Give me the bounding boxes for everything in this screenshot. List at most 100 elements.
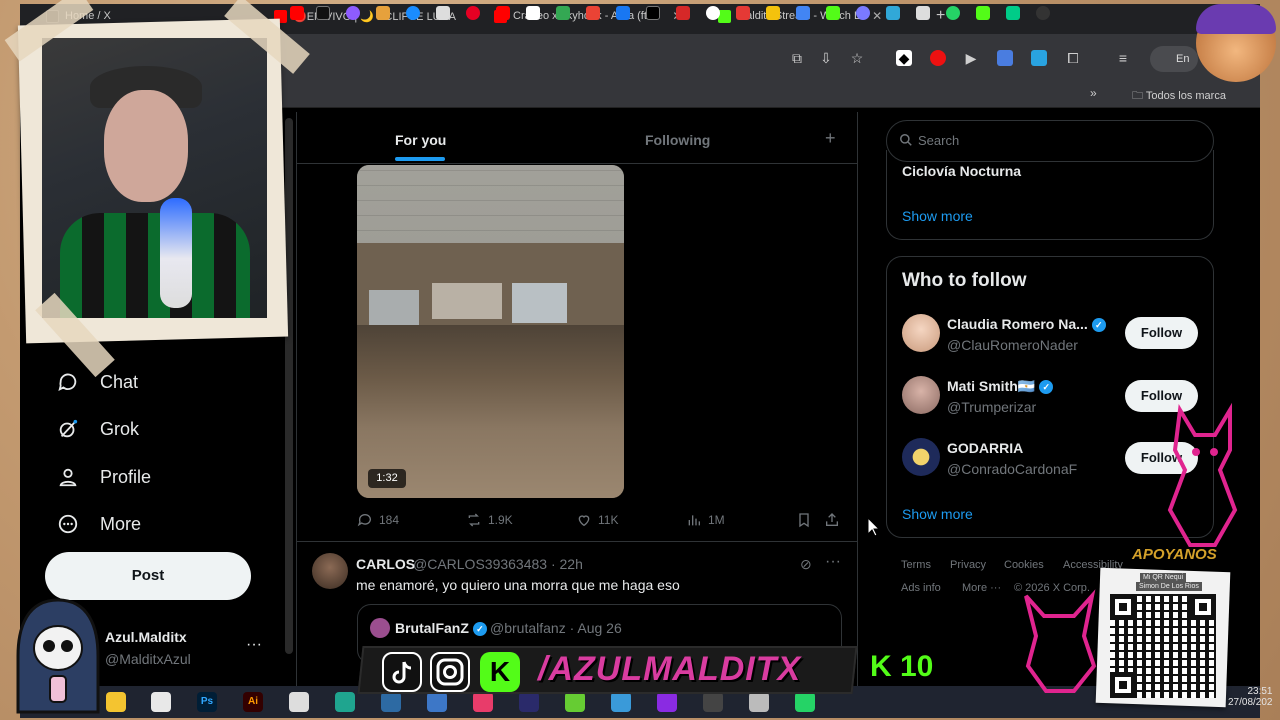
- pinterest-icon[interactable]: [466, 6, 480, 20]
- tab-for-you[interactable]: For you: [395, 132, 446, 148]
- tiktok-icon[interactable]: [316, 6, 330, 20]
- bookmark-icon[interactable]: [1006, 6, 1020, 20]
- extension-icon[interactable]: [997, 50, 1013, 66]
- profile-button[interactable]: En p: [1150, 46, 1198, 91]
- extension-icon[interactable]: [930, 50, 946, 66]
- kick-icon[interactable]: [976, 6, 990, 20]
- nav-profile[interactable]: Profile: [56, 465, 151, 489]
- avatar[interactable]: [312, 553, 348, 589]
- suggestion-name[interactable]: Claudia Romero Na... ✓: [947, 316, 1106, 333]
- bookmark-icon[interactable]: [406, 6, 420, 20]
- app-icon[interactable]: [703, 692, 723, 712]
- suggestion-name[interactable]: Mati Smith🇦🇷 ✓: [947, 378, 1054, 395]
- app-icon[interactable]: [611, 692, 631, 712]
- video-frame-window: [512, 283, 567, 323]
- close-tab-icon[interactable]: ✕: [872, 9, 882, 23]
- footer-ads-info[interactable]: Ads info: [901, 582, 941, 594]
- translate-icon[interactable]: ⧉: [789, 50, 805, 66]
- avatar[interactable]: [902, 376, 940, 414]
- app-icon[interactable]: [657, 692, 677, 712]
- bookmark-icon[interactable]: [616, 6, 630, 20]
- trend-item[interactable]: Ciclovía Nocturna: [902, 163, 1021, 179]
- trends-show-more-link[interactable]: Show more: [902, 208, 973, 224]
- puzzle-icon[interactable]: ⧠: [1065, 50, 1081, 66]
- person-icon: [56, 465, 80, 489]
- avatar[interactable]: [902, 314, 940, 352]
- app-icon[interactable]: [289, 692, 309, 712]
- more-dots-icon[interactable]: ···: [825, 553, 841, 571]
- whatsapp-icon[interactable]: [795, 692, 815, 712]
- bookmark-icon[interactable]: [886, 6, 900, 20]
- app-icon[interactable]: [427, 692, 447, 712]
- feed-tabs: For you Following +: [297, 112, 857, 164]
- extension-icon[interactable]: [1031, 50, 1047, 66]
- tab-following[interactable]: Following: [645, 132, 710, 148]
- nav-grok[interactable]: Grok: [56, 417, 139, 441]
- bookmark-button[interactable]: [796, 512, 812, 528]
- extension-icon[interactable]: ▶: [963, 50, 979, 66]
- add-tab-button[interactable]: +: [825, 128, 836, 149]
- bookmark-icon[interactable]: [706, 6, 720, 20]
- footer-terms[interactable]: Terms: [901, 559, 931, 571]
- app-icon[interactable]: [749, 692, 769, 712]
- bookmark-icon[interactable]: [826, 6, 840, 20]
- tweet-author-name[interactable]: CARLOS: [356, 556, 415, 572]
- like-button[interactable]: 11K: [576, 512, 618, 528]
- nav-more[interactable]: More: [56, 512, 141, 536]
- bookmark-icon[interactable]: [916, 6, 930, 20]
- share-button[interactable]: [824, 512, 840, 528]
- account-more-button[interactable]: ···: [246, 636, 262, 654]
- demon-sticker: [1024, 589, 1097, 693]
- bookmarks-folder[interactable]: 🗀 Todos los marca: [1132, 87, 1226, 106]
- gmail-icon[interactable]: [586, 6, 600, 20]
- reply-button[interactable]: 184: [357, 512, 399, 528]
- bookmark-icon[interactable]: [766, 6, 780, 20]
- install-icon[interactable]: ⇩: [818, 50, 834, 66]
- bookmark-icon[interactable]: [736, 6, 750, 20]
- app-icon[interactable]: [519, 692, 539, 712]
- bookmark-icon[interactable]: [376, 6, 390, 20]
- active-tab-indicator: [395, 157, 445, 161]
- suggestion-name[interactable]: GODARRIA: [947, 440, 1023, 456]
- youtube-icon[interactable]: [290, 6, 304, 20]
- drive-icon[interactable]: [556, 6, 570, 20]
- bookmark-icon[interactable]: [796, 6, 810, 20]
- more-circle-icon: [56, 512, 80, 536]
- bookmark-icon[interactable]: [856, 6, 870, 20]
- app-icon[interactable]: [565, 692, 585, 712]
- follow-show-more-link[interactable]: Show more: [902, 506, 973, 522]
- tweet-author-handle[interactable]: @CARLOS39363483 · 22h: [413, 556, 583, 572]
- chrome-icon[interactable]: [151, 692, 171, 712]
- tweet-video[interactable]: [357, 165, 624, 498]
- avatar[interactable]: [902, 438, 940, 476]
- bookmark-icon[interactable]: [1036, 6, 1050, 20]
- whatsapp-icon[interactable]: [946, 6, 960, 20]
- extension-icon[interactable]: ◆: [896, 50, 912, 66]
- bookmark-icon[interactable]: [676, 6, 690, 20]
- bookmark-star-icon[interactable]: ☆: [849, 50, 865, 66]
- post-button[interactable]: Post: [45, 552, 251, 600]
- chevron-right-icon[interactable]: »: [1090, 86, 1097, 100]
- photoshop-icon[interactable]: Ps: [197, 692, 217, 712]
- app-icon[interactable]: [473, 692, 493, 712]
- facebook-icon[interactable]: [646, 6, 660, 20]
- file-explorer-icon[interactable]: [106, 692, 126, 712]
- footer-cookies[interactable]: Cookies: [1004, 559, 1044, 571]
- views-button[interactable]: 1M: [686, 512, 725, 528]
- follow-button[interactable]: Follow: [1125, 317, 1198, 349]
- illustrator-icon[interactable]: Ai: [243, 692, 263, 712]
- left-scrollbar[interactable]: [285, 118, 293, 654]
- app-icon[interactable]: [381, 692, 401, 712]
- account-handle[interactable]: @MalditxAzul: [105, 651, 191, 667]
- instagram-icon[interactable]: [436, 6, 450, 20]
- queue-icon[interactable]: ≡: [1115, 50, 1131, 66]
- bookmark-icon[interactable]: [346, 6, 360, 20]
- app-icon[interactable]: [335, 692, 355, 712]
- repost-button[interactable]: 1.9K: [466, 512, 513, 528]
- grok-icon[interactable]: ⊘: [800, 556, 812, 573]
- bookmark-icon[interactable]: [526, 6, 540, 20]
- footer-privacy[interactable]: Privacy: [950, 559, 986, 571]
- youtube-icon[interactable]: [496, 6, 510, 20]
- footer-more[interactable]: More ···: [962, 582, 1001, 594]
- account-name[interactable]: Azul.Malditx: [105, 629, 187, 645]
